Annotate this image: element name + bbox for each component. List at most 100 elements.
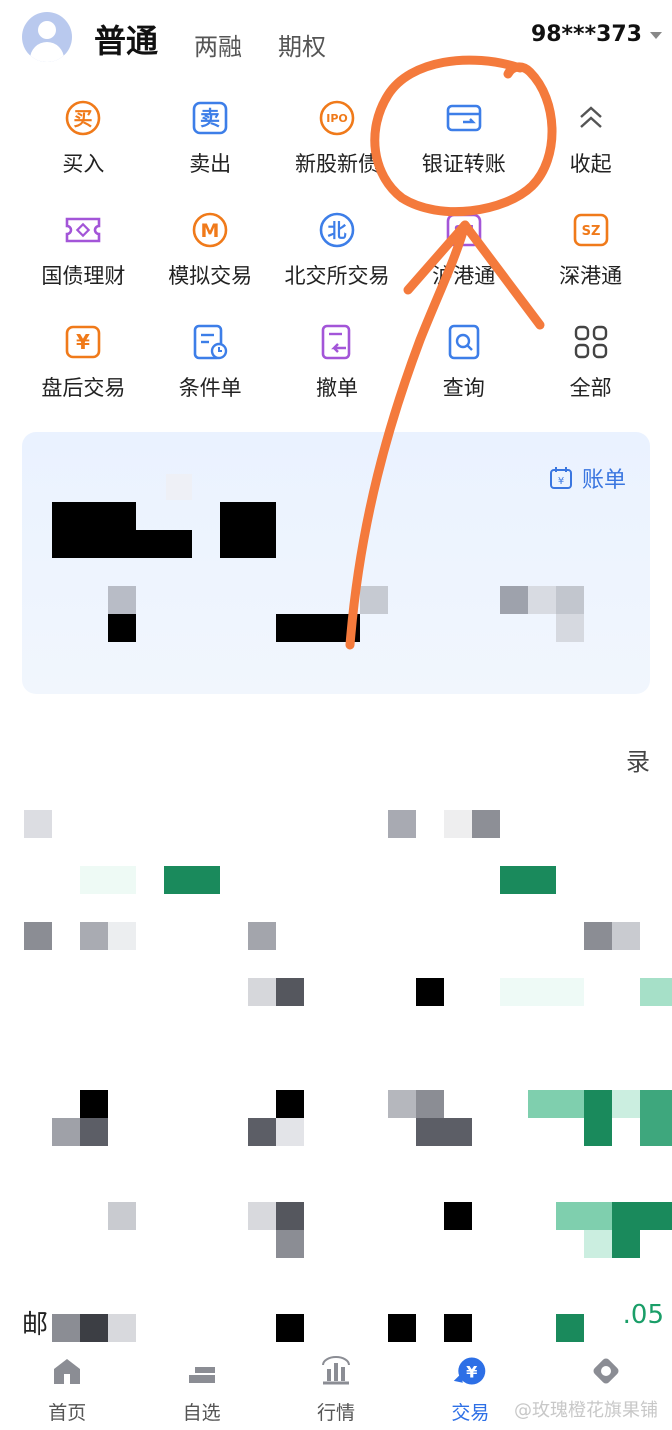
position-list: 录 邮 .05	[0, 700, 672, 1342]
function-ipo-button[interactable]: IPO 新股新债	[274, 95, 401, 191]
redacted-block	[108, 586, 136, 614]
tab-margin[interactable]: 两融	[194, 27, 242, 62]
account-card: ¥ 账单	[22, 432, 650, 694]
buy-icon: 买	[62, 97, 104, 139]
cancel-order-icon	[316, 321, 358, 363]
function-label: 买入	[62, 152, 105, 176]
function-label: 新股新债	[294, 152, 379, 176]
simulation-icon: M	[189, 209, 231, 251]
ipo-icon: IPO	[316, 97, 358, 139]
redacted-block	[556, 614, 584, 642]
svg-text:¥: ¥	[467, 1362, 479, 1381]
tab-options[interactable]: 期权	[278, 27, 326, 62]
redacted-block	[276, 1090, 304, 1118]
redacted-block	[360, 586, 388, 614]
svg-text:¥: ¥	[558, 476, 564, 487]
redacted-block	[220, 502, 276, 558]
redacted-block	[108, 614, 136, 642]
svg-text:IPO: IPO	[326, 112, 348, 125]
function-cancel-order-button[interactable]: 撤单	[274, 319, 401, 415]
redacted-block	[164, 866, 220, 894]
redacted-block	[108, 922, 136, 950]
function-conditional-order-button[interactable]: 条件单	[147, 319, 274, 415]
after-hours-icon: ¥	[62, 321, 104, 363]
tab-normal[interactable]: 普通	[94, 16, 158, 62]
redacted-block	[500, 978, 584, 1006]
function-label: 收起	[569, 152, 612, 176]
watermark: @玫瑰橙花旗果铺	[514, 1400, 658, 1421]
redacted-block	[556, 586, 584, 614]
nav-item-home[interactable]: 首页	[0, 1344, 134, 1430]
function-label: 深港通	[559, 264, 623, 288]
redacted-block	[416, 1118, 472, 1146]
nav-item-watchlist[interactable]: 自选	[134, 1344, 268, 1430]
redacted-block	[52, 502, 106, 558]
function-bond-ticket-button[interactable]: 国债理财	[20, 207, 147, 303]
function-sell-button[interactable]: 卖卖出	[147, 95, 274, 191]
nav-item-market[interactable]: 行情	[269, 1344, 403, 1430]
function-query-button[interactable]: 查询	[400, 319, 527, 415]
redacted-block	[276, 978, 304, 1006]
redacted-block	[612, 1202, 672, 1230]
function-sh-connect-button[interactable]: SH 沪港通	[400, 207, 527, 303]
redacted-block	[416, 1090, 444, 1118]
function-label: 全部	[569, 376, 612, 400]
function-label: 国债理财	[41, 264, 126, 288]
function-sz-connect-button[interactable]: SZ 深港通	[527, 207, 654, 303]
redacted-block	[500, 586, 528, 614]
bill-button[interactable]: ¥ 账单	[548, 462, 626, 494]
redacted-block	[248, 1202, 276, 1230]
function-label: 模拟交易	[168, 264, 253, 288]
redacted-block	[80, 1118, 108, 1146]
mail-label: 邮	[22, 1310, 49, 1340]
sz-connect-icon: SZ	[570, 209, 612, 251]
redacted-block	[416, 978, 444, 1006]
redacted-block	[248, 1118, 276, 1146]
svg-text:SH: SH	[454, 224, 474, 239]
function-label: 北交所交易	[284, 264, 390, 288]
redacted-block	[80, 1314, 108, 1342]
account-selector[interactable]: 98***373	[531, 22, 642, 47]
avatar[interactable]	[22, 12, 72, 62]
avatar-head	[38, 21, 56, 39]
redacted-block	[556, 1202, 612, 1230]
redacted-block	[24, 810, 52, 838]
nav-label: 交易	[451, 1402, 490, 1424]
redacted-block	[276, 1230, 304, 1258]
nav-label: 行情	[317, 1402, 356, 1424]
redacted-block	[80, 866, 136, 894]
svg-text:卖: 卖	[200, 106, 220, 130]
redacted-block	[80, 922, 108, 950]
watchlist-icon	[184, 1354, 220, 1388]
redacted-block	[612, 922, 640, 950]
function-label: 盘后交易	[41, 376, 126, 400]
redacted-block	[108, 1314, 136, 1342]
nav-label: 首页	[48, 1402, 87, 1424]
sell-icon: 卖	[189, 97, 231, 139]
redacted-block	[166, 474, 192, 500]
chevron-up-icon	[570, 97, 612, 139]
redacted-block	[612, 1090, 640, 1118]
redacted-block	[108, 1202, 136, 1230]
record-link[interactable]: 录	[626, 742, 650, 777]
redacted-block	[248, 922, 276, 950]
redacted-block	[248, 978, 276, 1006]
function-buy-button[interactable]: 买买入	[20, 95, 147, 191]
value-text: .05	[622, 1300, 664, 1330]
function-bank-transfer-button[interactable]: 银证转账	[400, 95, 527, 191]
function-chevron-up-button[interactable]: 收起	[527, 95, 654, 191]
function-after-hours-button[interactable]: ¥ 盘后交易	[20, 319, 147, 415]
function-simulation-button[interactable]: M 模拟交易	[147, 207, 274, 303]
redacted-block	[276, 1118, 304, 1146]
redacted-block	[528, 586, 556, 614]
redacted-block	[276, 614, 360, 642]
dropdown-arrow-icon[interactable]	[650, 32, 662, 39]
redacted-block	[388, 1090, 416, 1118]
redacted-block	[276, 1202, 304, 1230]
function-label: 撤单	[315, 376, 358, 400]
function-beijing-exchange-button[interactable]: 北北交所交易	[274, 207, 401, 303]
avatar-body	[30, 42, 64, 62]
profile-icon	[587, 1354, 623, 1388]
redacted-block	[106, 530, 192, 558]
function-all-grid-button[interactable]: 全部	[527, 319, 654, 415]
